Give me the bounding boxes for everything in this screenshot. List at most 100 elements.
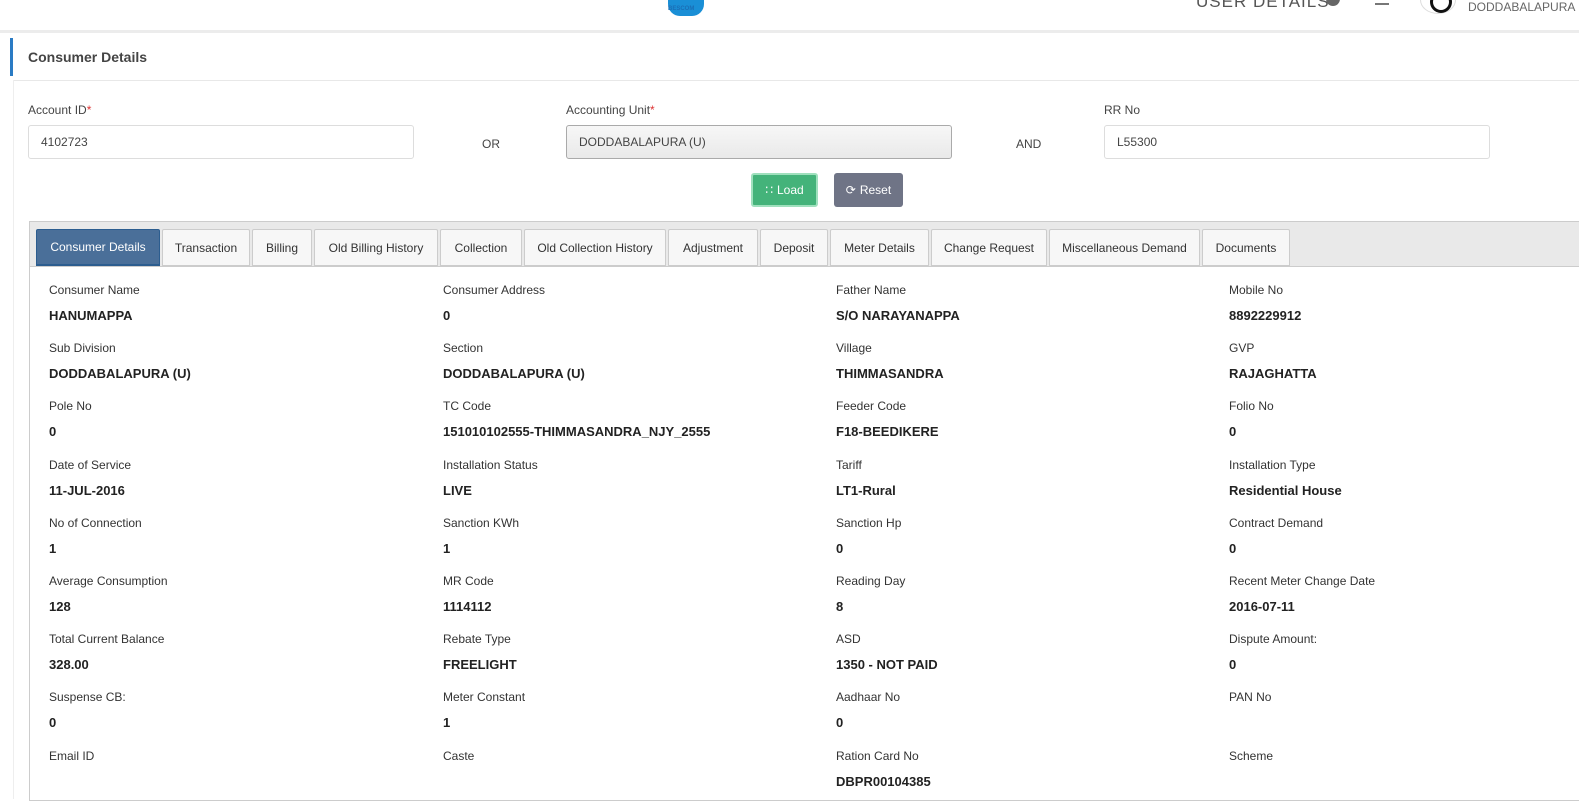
tab-transaction[interactable]: Transaction xyxy=(162,229,250,266)
field-label: Village xyxy=(836,341,872,356)
field-label: PAN No xyxy=(1229,690,1272,705)
load-button[interactable]: ∷ Load xyxy=(751,173,818,207)
field-value: 1350 - NOT PAID xyxy=(836,657,938,673)
field-value: DBPR00104385 xyxy=(836,773,931,789)
field-sanction-hp: Sanction Hp 0 xyxy=(836,516,901,556)
field-meter-constant: Meter Constant 1 xyxy=(443,690,525,730)
tab-deposit[interactable]: Deposit xyxy=(760,229,828,266)
field-sub-division: Sub Division DODDABALAPURA (U) xyxy=(49,341,191,381)
field-label: Installation Type xyxy=(1229,457,1316,472)
field-label: Average Consumption xyxy=(49,574,168,588)
field-label: Date of Service xyxy=(49,457,132,472)
tab-panel: Consumer Details Transaction Billing Old Bi… xyxy=(29,221,1579,801)
field-label: Sub Division xyxy=(49,341,116,356)
field-village: Village THIMMASANDRA xyxy=(836,341,944,381)
field-label: Reading Day xyxy=(836,574,906,588)
tab-collection[interactable]: Collection xyxy=(440,229,522,266)
reset-button[interactable]: ⟳ Reset xyxy=(834,173,903,207)
tab-miscellaneous-demand[interactable]: Miscellaneous Demand xyxy=(1049,229,1200,266)
tab-billing[interactable]: Billing xyxy=(252,229,312,266)
field-label: Installation Status xyxy=(443,457,538,472)
load-label: Load xyxy=(776,183,804,197)
tab-adjustment[interactable]: Adjustment xyxy=(668,229,758,266)
field-value: 328.00 xyxy=(49,657,89,673)
field-dispute-amount: Dispute Amount: 0 xyxy=(1229,632,1317,672)
field-asd: ASD 1350 - NOT PAID xyxy=(836,632,938,672)
field-label: Rebate Type xyxy=(443,632,511,647)
avatar[interactable] xyxy=(1420,0,1456,14)
field-label: Ration Card No xyxy=(836,748,919,763)
field-label: Father Name xyxy=(836,283,907,297)
rr-no-input[interactable]: L55300 xyxy=(1104,125,1490,159)
field-value: Residential House xyxy=(1229,482,1342,498)
accounting-unit-select[interactable]: DODDABALAPURA (U) xyxy=(566,125,952,159)
field-value: 8 xyxy=(836,599,844,614)
field-label: Meter Constant xyxy=(443,690,526,705)
or-label: OR xyxy=(482,137,500,151)
field-label: Contract Demand xyxy=(1229,515,1324,530)
field-value: LIVE xyxy=(443,482,472,498)
field-average-consumption: Average Consumption 128 xyxy=(49,574,168,614)
field-value: FREELIGHT xyxy=(443,657,517,673)
field-label: ASD xyxy=(836,632,861,647)
field-label: Consumer Address xyxy=(443,283,546,297)
field-feeder-code: Feeder Code F18-BEEDIKERE xyxy=(836,399,939,439)
reset-label: Reset xyxy=(859,183,892,197)
panel-accent xyxy=(10,38,13,76)
field-consumer-name: Consumer Name HANUMAPPA xyxy=(49,283,140,323)
field-label: Dispute Amount: xyxy=(1229,632,1318,647)
field-value: THIMMASANDRA xyxy=(836,366,944,382)
field-label: Pole No xyxy=(49,399,92,414)
field-label: Feeder Code xyxy=(836,399,907,414)
field-label: Total Current Balance xyxy=(49,632,165,647)
field-email-id: Email ID xyxy=(49,749,94,789)
field-value: LT1-Rural xyxy=(836,482,896,498)
divider xyxy=(14,80,1579,81)
field-mr-code: MR Code 1114112 xyxy=(443,574,494,614)
tab-meter-details[interactable]: Meter Details xyxy=(830,229,929,266)
field-caste: Caste xyxy=(443,749,474,789)
field-value xyxy=(443,774,474,789)
tab-consumer-details[interactable]: Consumer Details xyxy=(36,229,160,266)
rr-no-label: RR No xyxy=(1104,103,1141,117)
field-date-of-service: Date of Service 11-JUL-2016 xyxy=(49,458,131,498)
refresh-icon: ⟳ xyxy=(845,183,856,197)
field-value: 0 xyxy=(49,715,57,731)
account-id-input[interactable]: 4102723 xyxy=(28,125,414,159)
field-no-of-connection: No of Connection 1 xyxy=(49,516,142,556)
field-value: 0 xyxy=(836,540,844,556)
field-label: Mobile No xyxy=(1229,283,1284,297)
tab-change-request[interactable]: Change Request xyxy=(931,229,1047,266)
field-aadhaar-no: Aadhaar No 0 xyxy=(836,690,900,730)
tab-old-collection-history[interactable]: Old Collection History xyxy=(524,229,666,266)
account-id-label: Account ID* xyxy=(28,103,92,117)
field-ration-card-no: Ration Card No DBPR00104385 xyxy=(836,749,931,789)
field-installation-type: Installation Type Residential House xyxy=(1229,458,1342,498)
field-value: DODDABALAPURA (U) xyxy=(49,366,191,382)
field-value: 0 xyxy=(443,308,451,323)
field-mobile-no: Mobile No 8892229912 xyxy=(1229,283,1301,323)
notification-icon[interactable] xyxy=(1375,0,1389,5)
field-label: Caste xyxy=(443,748,475,763)
field-value xyxy=(49,774,94,789)
field-label: Sanction Hp xyxy=(836,515,902,530)
field-label: MR Code xyxy=(443,574,494,588)
field-value: 8892229912 xyxy=(1229,308,1302,323)
field-value: 11-JUL-2016 xyxy=(49,482,125,498)
field-value: 0 xyxy=(1229,540,1237,556)
field-value: 128 xyxy=(49,599,71,614)
logo-text: BESCOM xyxy=(668,6,695,12)
tab-old-billing-history[interactable]: Old Billing History xyxy=(314,229,438,266)
field-rebate-type: Rebate Type FREELIGHT xyxy=(443,632,517,672)
accounting-unit-label: Accounting Unit* xyxy=(566,103,655,117)
tab-documents[interactable]: Documents xyxy=(1202,229,1290,266)
field-label: Sanction KWh xyxy=(443,515,520,530)
user-details-menu[interactable]: USER DETAILS xyxy=(1196,0,1330,12)
field-value: 1 xyxy=(443,540,451,556)
and-label: AND xyxy=(1016,137,1042,151)
field-suspense-cb: Suspense CB: 0 xyxy=(49,690,126,730)
field-label: Aadhaar No xyxy=(836,690,901,705)
spinner-icon: ∷ xyxy=(765,183,773,197)
field-value: S/O NARAYANAPPA xyxy=(836,308,960,323)
field-contract-demand: Contract Demand 0 xyxy=(1229,516,1323,556)
